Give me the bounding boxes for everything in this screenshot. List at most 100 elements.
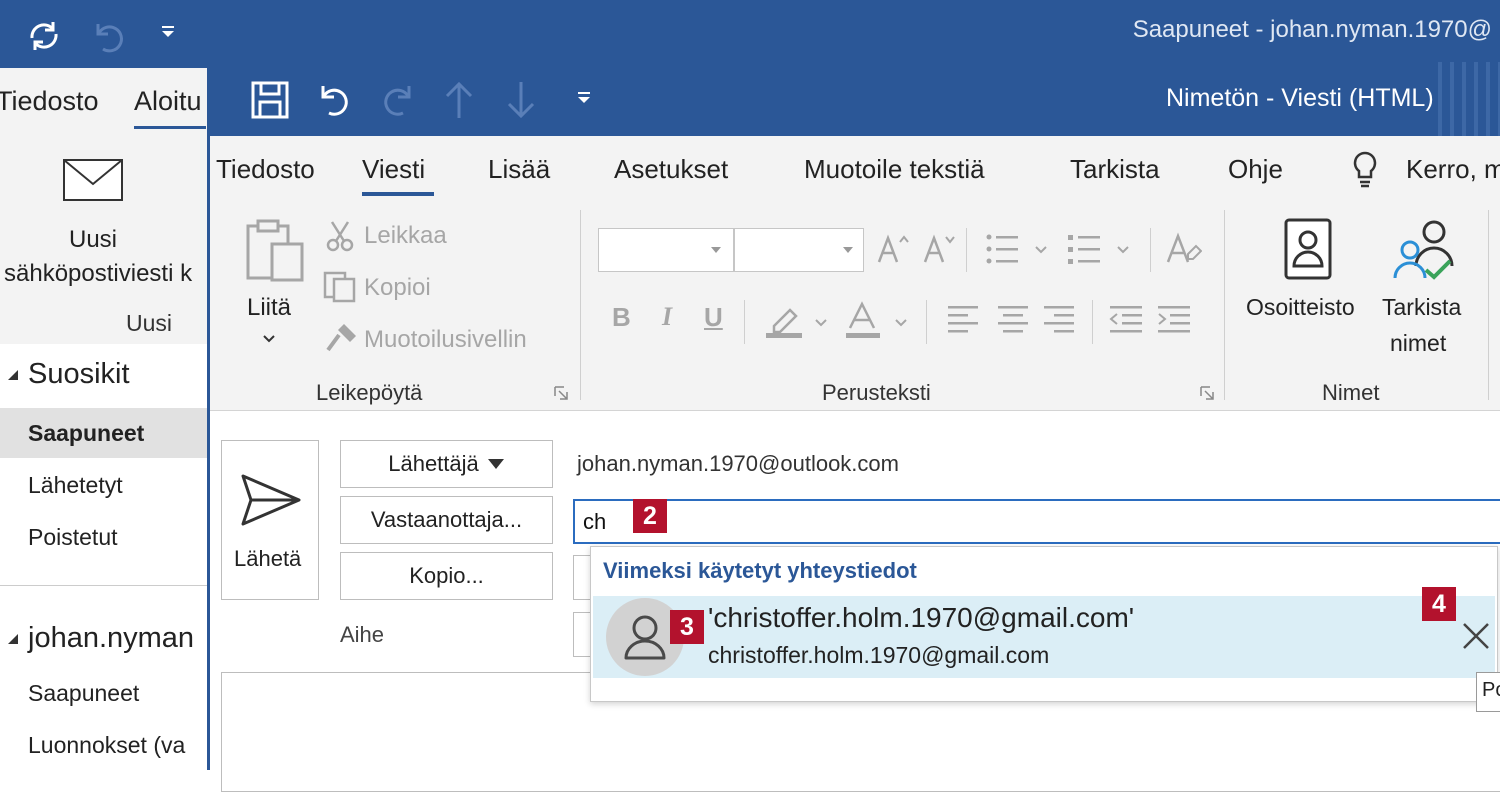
scissors-icon[interactable] xyxy=(326,220,354,252)
highlighter-icon[interactable] xyxy=(764,300,834,340)
nav-item-drafts[interactable]: Luonnokset (va xyxy=(28,732,185,759)
tab-options[interactable]: Asetukset xyxy=(614,154,728,185)
to-button-label: Vastaanottaja... xyxy=(370,507,523,532)
align-left-icon[interactable] xyxy=(946,304,980,334)
nav-divider xyxy=(0,585,210,586)
envelope-icon[interactable] xyxy=(62,158,124,202)
tab-review[interactable]: Tarkista xyxy=(1070,154,1160,185)
nav-item-sent[interactable]: Lähetetyt xyxy=(28,472,123,499)
lightbulb-icon[interactable] xyxy=(1350,150,1380,188)
align-right-icon[interactable] xyxy=(1042,304,1076,334)
toolbar-separator xyxy=(966,228,967,272)
collapse-triangle-icon[interactable] xyxy=(6,368,20,382)
format-painter-icon[interactable] xyxy=(324,322,358,354)
sync-icon[interactable] xyxy=(24,16,64,56)
main-tab-underline xyxy=(134,126,206,129)
format-painter-label[interactable]: Muotoilusivellin xyxy=(364,326,527,354)
callout-marker-2: 2 xyxy=(633,499,667,533)
chevron-down-icon[interactable] xyxy=(710,246,722,254)
account-header[interactable]: johan.nyman xyxy=(28,622,194,655)
bullet-list-icon[interactable] xyxy=(984,232,1050,266)
dialog-launcher-icon[interactable] xyxy=(554,386,568,400)
main-tab-file[interactable]: Tiedosto xyxy=(0,86,99,117)
from-address: johan.nyman.1970@outlook.com xyxy=(577,451,899,476)
subject-label: Aihe xyxy=(340,622,385,647)
callout-marker-3: 3 xyxy=(670,610,704,644)
tell-me-box[interactable]: Kerro, m xyxy=(1406,154,1500,185)
clear-formatting-icon[interactable] xyxy=(1166,232,1202,266)
basic-text-group-label: Perusteksti xyxy=(822,380,931,405)
copy-label[interactable]: Kopioi xyxy=(364,274,431,302)
group-separator xyxy=(1224,210,1225,400)
clipboard-group-label: Leikepöytä xyxy=(316,380,423,405)
remove-suggestion-close-icon[interactable] xyxy=(1460,620,1492,652)
save-icon[interactable] xyxy=(250,80,290,120)
grow-font-icon[interactable] xyxy=(876,234,910,264)
names-group-label: Nimet xyxy=(1322,380,1380,405)
new-mail-label-2[interactable]: sähköpostiviesti k xyxy=(4,260,192,288)
to-input[interactable]: ch xyxy=(573,499,1500,544)
clipboard-paste-icon[interactable] xyxy=(244,218,306,284)
increase-indent-icon[interactable] xyxy=(1156,304,1192,334)
chevron-down-icon[interactable] xyxy=(842,246,854,254)
font-color-icon[interactable] xyxy=(844,300,914,340)
tooltip: Po xyxy=(1476,672,1500,712)
nav-item-deleted[interactable]: Poistetut xyxy=(28,524,118,551)
callout-marker-4: 4 xyxy=(1422,587,1456,621)
new-group-label: Uusi xyxy=(126,310,173,336)
main-tab-home[interactable]: Aloitu xyxy=(134,86,202,117)
arrow-up-icon[interactable] xyxy=(442,80,476,120)
check-names-icon[interactable] xyxy=(1390,216,1460,282)
cc-button[interactable]: Kopio... xyxy=(340,552,553,600)
tab-file[interactable]: Tiedosto xyxy=(216,154,315,185)
nav-item-account-inbox[interactable]: Saapuneet xyxy=(28,680,139,707)
send-label: Lähetä xyxy=(234,546,302,571)
customize-qat-icon[interactable] xyxy=(160,24,176,40)
from-button-label: Lähettäjä xyxy=(388,451,479,476)
tab-message[interactable]: Viesti xyxy=(362,154,425,185)
send-arrow-icon xyxy=(240,472,302,528)
address-book-label[interactable]: Osoitteisto xyxy=(1246,294,1355,321)
arrow-down-icon[interactable] xyxy=(504,80,538,120)
cc-button-label: Kopio... xyxy=(409,563,484,588)
suggestion-name: 'christoffer.holm.1970@gmail.com' xyxy=(708,602,1135,633)
bold-button[interactable]: B xyxy=(612,302,631,333)
check-names-label-1[interactable]: Tarkista xyxy=(1382,294,1461,321)
undo-icon[interactable] xyxy=(88,16,128,56)
favorites-header[interactable]: Suosikit xyxy=(28,358,130,391)
copy-icon[interactable] xyxy=(322,270,358,304)
from-button[interactable]: Lähettäjä xyxy=(340,440,553,488)
address-book-icon[interactable] xyxy=(1282,218,1334,282)
underline-button[interactable]: U xyxy=(704,302,723,333)
shrink-font-icon[interactable] xyxy=(922,234,956,264)
cut-label[interactable]: Leikkaa xyxy=(364,222,447,250)
toolbar-separator xyxy=(1092,300,1093,344)
tab-insert[interactable]: Lisää xyxy=(488,154,550,185)
to-button[interactable]: Vastaanottaja... xyxy=(340,496,553,544)
group-separator xyxy=(1488,210,1489,400)
toolbar-separator xyxy=(1150,228,1151,272)
redo-icon[interactable] xyxy=(378,80,418,120)
customize-qat-icon[interactable] xyxy=(576,90,592,106)
decrease-indent-icon[interactable] xyxy=(1108,304,1144,334)
numbered-list-icon[interactable] xyxy=(1066,232,1132,266)
paste-label[interactable]: Liitä xyxy=(247,294,291,322)
suggestion-email: christoffer.holm.1970@gmail.com xyxy=(708,642,1050,668)
nav-item-inbox[interactable]: Saapuneet xyxy=(28,420,144,447)
tab-help[interactable]: Ohje xyxy=(1228,154,1283,185)
main-window-title: Saapuneet - johan.nyman.1970@ xyxy=(1132,16,1492,43)
collapse-triangle-icon[interactable] xyxy=(6,632,20,646)
toolbar-separator xyxy=(744,300,745,344)
dropdown-triangle-icon xyxy=(487,458,505,470)
tab-format-text[interactable]: Muotoile tekstiä xyxy=(804,154,985,185)
compose-window-title: Nimetön - Viesti (HTML) xyxy=(1166,84,1434,112)
active-tab-underline xyxy=(362,192,434,196)
check-names-label-2[interactable]: nimet xyxy=(1390,330,1446,357)
dialog-launcher-icon[interactable] xyxy=(1200,386,1214,400)
new-mail-label-1[interactable]: Uusi xyxy=(69,226,117,254)
chevron-down-icon[interactable] xyxy=(262,334,276,344)
align-center-icon[interactable] xyxy=(996,304,1030,334)
recent-contacts-header: Viimeksi käytetyt yhteystiedot xyxy=(603,558,917,583)
italic-button[interactable]: I xyxy=(662,302,672,332)
undo-icon[interactable] xyxy=(314,80,354,120)
